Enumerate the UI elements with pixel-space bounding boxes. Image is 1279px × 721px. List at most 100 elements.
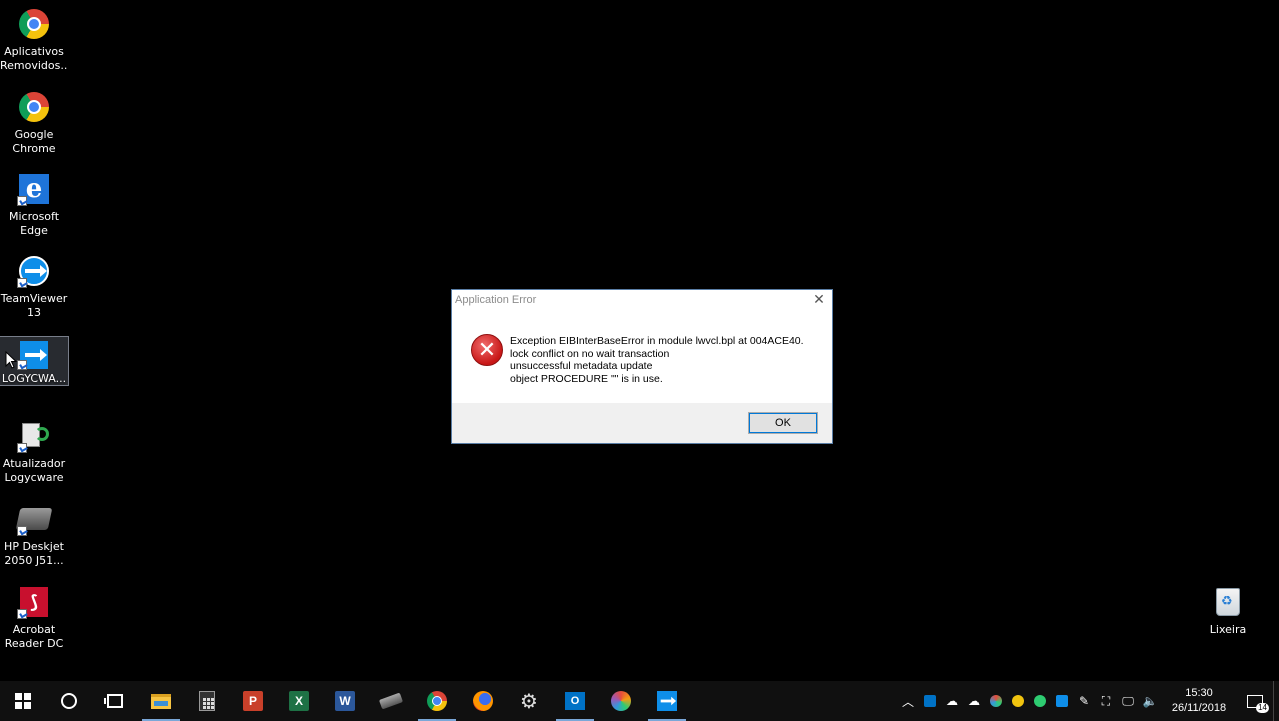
clock-date: 26/11/2018 — [1171, 702, 1227, 714]
taskbar-app-file-explorer[interactable] — [138, 681, 184, 721]
shortcut-arrow-icon — [17, 526, 27, 536]
shortcut-arrow-icon — [17, 609, 27, 619]
tray-colorful[interactable] — [985, 681, 1007, 721]
desktop-icon-label: Microsoft Edge — [8, 210, 60, 237]
error-message-line: Exception EIBInterBaseError in module lw… — [510, 335, 804, 347]
desktop-icon-label: LOGYCWA... — [1, 372, 67, 385]
taskbar: P X W ⚙ O ︿ ☁ ☁ ✎ ⛶ 🖵 🔈 15:30 26/11/2018… — [0, 681, 1279, 721]
teamviewer-icon — [1056, 695, 1068, 707]
action-center-button[interactable]: 14 — [1237, 681, 1273, 721]
tray-network[interactable]: 🖵 — [1117, 681, 1139, 721]
dialog-title: Application Error — [455, 294, 537, 306]
tray-outlook[interactable] — [919, 681, 941, 721]
desktop-icon-label: HP Deskjet 2050 J51... — [4, 540, 64, 567]
tray-antivirus[interactable] — [1007, 681, 1029, 721]
pen-icon: ✎ — [1078, 694, 1090, 708]
taskbar-app-outlook[interactable]: O — [552, 681, 598, 721]
taskbar-app-chrome[interactable] — [414, 681, 460, 721]
desktop-icon-acrobat-reader[interactable]: ⟆ Acrobat Reader DC — [0, 585, 68, 651]
taskbar-app-settings[interactable]: ⚙ — [506, 681, 552, 721]
system-tray: ︿ ☁ ☁ ✎ ⛶ 🖵 🔈 15:30 26/11/2018 14 — [897, 681, 1279, 721]
desktop-icon-label: Lixeira — [1209, 623, 1247, 636]
desktop-icon-label: Acrobat Reader DC — [4, 623, 64, 650]
show-desktop-button[interactable] — [1273, 681, 1279, 721]
desktop-icon-label: Atualizador Logycware — [2, 457, 66, 484]
desktop-icon-label: TeamViewer 13 — [0, 292, 68, 319]
shortcut-arrow-icon — [17, 278, 27, 288]
excel-icon: X — [289, 691, 309, 711]
error-message-line: unsuccessful metadata update — [510, 360, 653, 372]
dialog-titlebar[interactable]: Application Error ✕ — [452, 290, 832, 312]
word-icon: W — [335, 691, 355, 711]
close-icon[interactable]: ✕ — [812, 293, 826, 307]
dialog-body: ✕ Exception EIBInterBaseError in module … — [452, 312, 832, 404]
shortcut-arrow-icon — [17, 196, 27, 206]
cortana-search-button[interactable] — [46, 681, 92, 721]
firefox-icon — [473, 691, 493, 711]
tray-pen[interactable]: ✎ — [1073, 681, 1095, 721]
colorful-app-icon — [611, 691, 631, 711]
error-icon: ✕ — [471, 334, 503, 366]
outlook-icon — [924, 695, 936, 707]
taskbar-app-pen-tool[interactable] — [368, 681, 414, 721]
desktop-icon-microsoft-edge[interactable]: e Microsoft Edge — [0, 172, 68, 238]
colorful-app-icon — [990, 695, 1002, 707]
tray-teamviewer[interactable] — [1051, 681, 1073, 721]
desktop-icon-hp-deskjet[interactable]: HP Deskjet 2050 J51... — [0, 502, 68, 568]
desktop-icon-recycle-bin[interactable]: Lixeira — [1194, 585, 1262, 637]
application-error-dialog: Application Error ✕ ✕ Exception EIBInter… — [451, 289, 833, 444]
tray-usb[interactable]: ⛶ — [1095, 681, 1117, 721]
task-view-button[interactable] — [92, 681, 138, 721]
taskbar-app-teamviewer[interactable] — [644, 681, 690, 721]
outlook-icon: O — [565, 692, 585, 710]
taskbar-app-colorful[interactable] — [598, 681, 644, 721]
shield-icon — [1012, 695, 1024, 707]
teamviewer-icon — [657, 691, 677, 711]
taskbar-app-word[interactable]: W — [322, 681, 368, 721]
chrome-icon — [19, 92, 49, 122]
notification-count: 14 — [1256, 703, 1269, 713]
taskbar-app-firefox[interactable] — [460, 681, 506, 721]
error-message-line: lock conflict on no wait transaction — [510, 347, 670, 360]
folder-icon — [151, 693, 171, 709]
windows-icon — [15, 693, 31, 709]
desktop-icon-aplicativos-removidos[interactable]: Aplicativos Removidos... — [0, 7, 68, 73]
recycle-bin-icon — [1216, 588, 1240, 616]
desktop-icon-label: Aplicativos Removidos... — [0, 45, 68, 72]
chrome-icon — [19, 9, 49, 39]
error-message-line: object PROCEDURE "" is in use. — [510, 372, 663, 385]
tray-cloud-upload[interactable]: ☁ — [941, 681, 963, 721]
cloud-upload-icon: ☁ — [946, 694, 958, 708]
cortana-icon — [61, 693, 77, 709]
desktop-icon-teamviewer[interactable]: TeamViewer 13 — [0, 254, 68, 320]
tray-onedrive[interactable]: ☁ — [963, 681, 985, 721]
taskbar-app-powerpoint[interactable]: P — [230, 681, 276, 721]
gear-icon: ⚙ — [520, 689, 538, 713]
taskbar-app-calculator[interactable] — [184, 681, 230, 721]
pen-icon — [378, 692, 404, 710]
task-view-icon — [104, 694, 123, 708]
dialog-footer: OK — [452, 403, 832, 443]
shortcut-arrow-icon — [17, 443, 27, 453]
show-hidden-icons-button[interactable]: ︿ — [897, 681, 919, 721]
chrome-icon — [427, 691, 447, 711]
tray-security[interactable] — [1029, 681, 1051, 721]
clock-time: 15:30 — [1185, 687, 1213, 699]
desktop-icon-label: Google Chrome — [12, 128, 56, 155]
onedrive-icon: ☁ — [968, 694, 980, 708]
desktop-icon-google-chrome[interactable]: Google Chrome — [0, 90, 68, 156]
ok-button[interactable]: OK — [748, 412, 818, 434]
start-button[interactable] — [0, 681, 46, 721]
taskbar-clock[interactable]: 15:30 26/11/2018 — [1165, 686, 1233, 716]
usb-icon: ⛶ — [1101, 693, 1111, 708]
shortcut-arrow-icon — [17, 360, 27, 371]
taskbar-app-excel[interactable]: X — [276, 681, 322, 721]
powerpoint-icon: P — [243, 691, 263, 711]
security-check-icon — [1034, 695, 1046, 707]
network-icon: 🖵 — [1122, 693, 1134, 708]
desktop-icon-atualizador-logycware[interactable]: Atualizador Logycware — [0, 419, 68, 485]
speaker-icon: 🔈 — [1142, 694, 1158, 708]
tray-volume[interactable]: 🔈 — [1139, 681, 1161, 721]
chevron-up-icon: ︿ — [901, 694, 914, 709]
error-message: Exception EIBInterBaseError in module lw… — [510, 335, 804, 385]
